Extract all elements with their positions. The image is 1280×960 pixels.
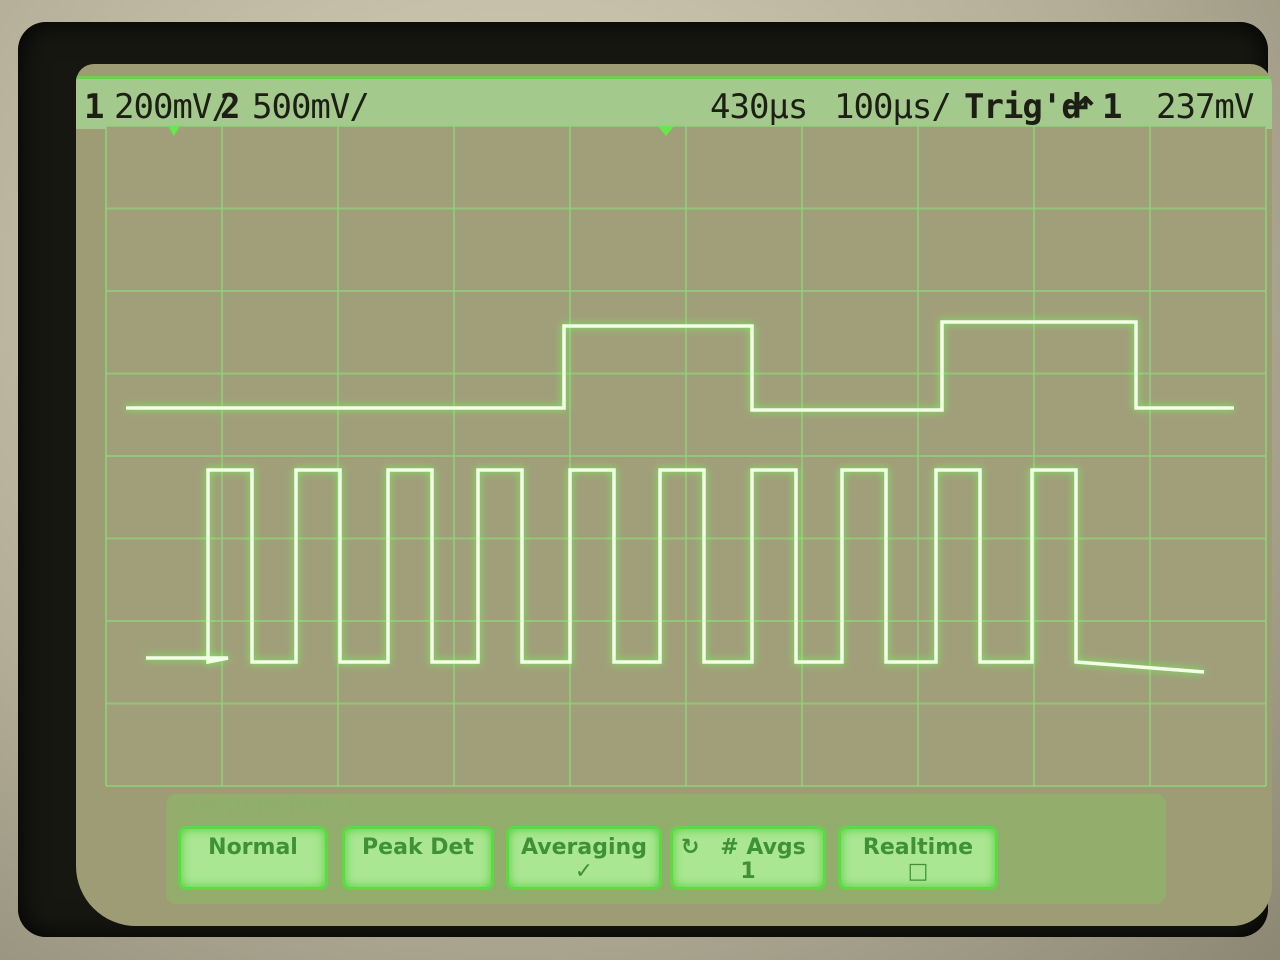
rotary-knob-icon: ↻ (681, 835, 700, 860)
crt-screen: 1 200mV/ 2 500mV/ 430µs 100µs/ Trig'd ⬏ … (76, 64, 1272, 926)
softkey-averaging-label: Averaging (521, 835, 647, 860)
softkey-realtime[interactable]: Realtime □ (838, 826, 998, 890)
softkey-peak-det[interactable]: Peak Det (342, 826, 494, 890)
softkey-normal-label: Normal (208, 835, 298, 860)
crt-surround: 1 200mV/ 2 500mV/ 430µs 100µs/ Trig'd ⬏ … (18, 22, 1272, 937)
softkey-num-avgs-label: # Avgs (720, 835, 806, 860)
realtime-checkbox-icon: □ (907, 859, 929, 884)
softkey-normal[interactable]: Normal (178, 826, 328, 890)
num-avgs-value: 1 (740, 859, 756, 884)
acquire-menu-title: Acquire Menu (190, 790, 354, 818)
softkey-realtime-label: Realtime (862, 835, 974, 860)
averaging-check-icon: ✓ (574, 859, 594, 884)
softkey-peak-det-label: Peak Det (362, 835, 474, 860)
softkey-num-avgs[interactable]: # Avgs ↻ 1 (670, 826, 826, 890)
softkey-averaging[interactable]: Averaging ✓ (506, 826, 662, 890)
